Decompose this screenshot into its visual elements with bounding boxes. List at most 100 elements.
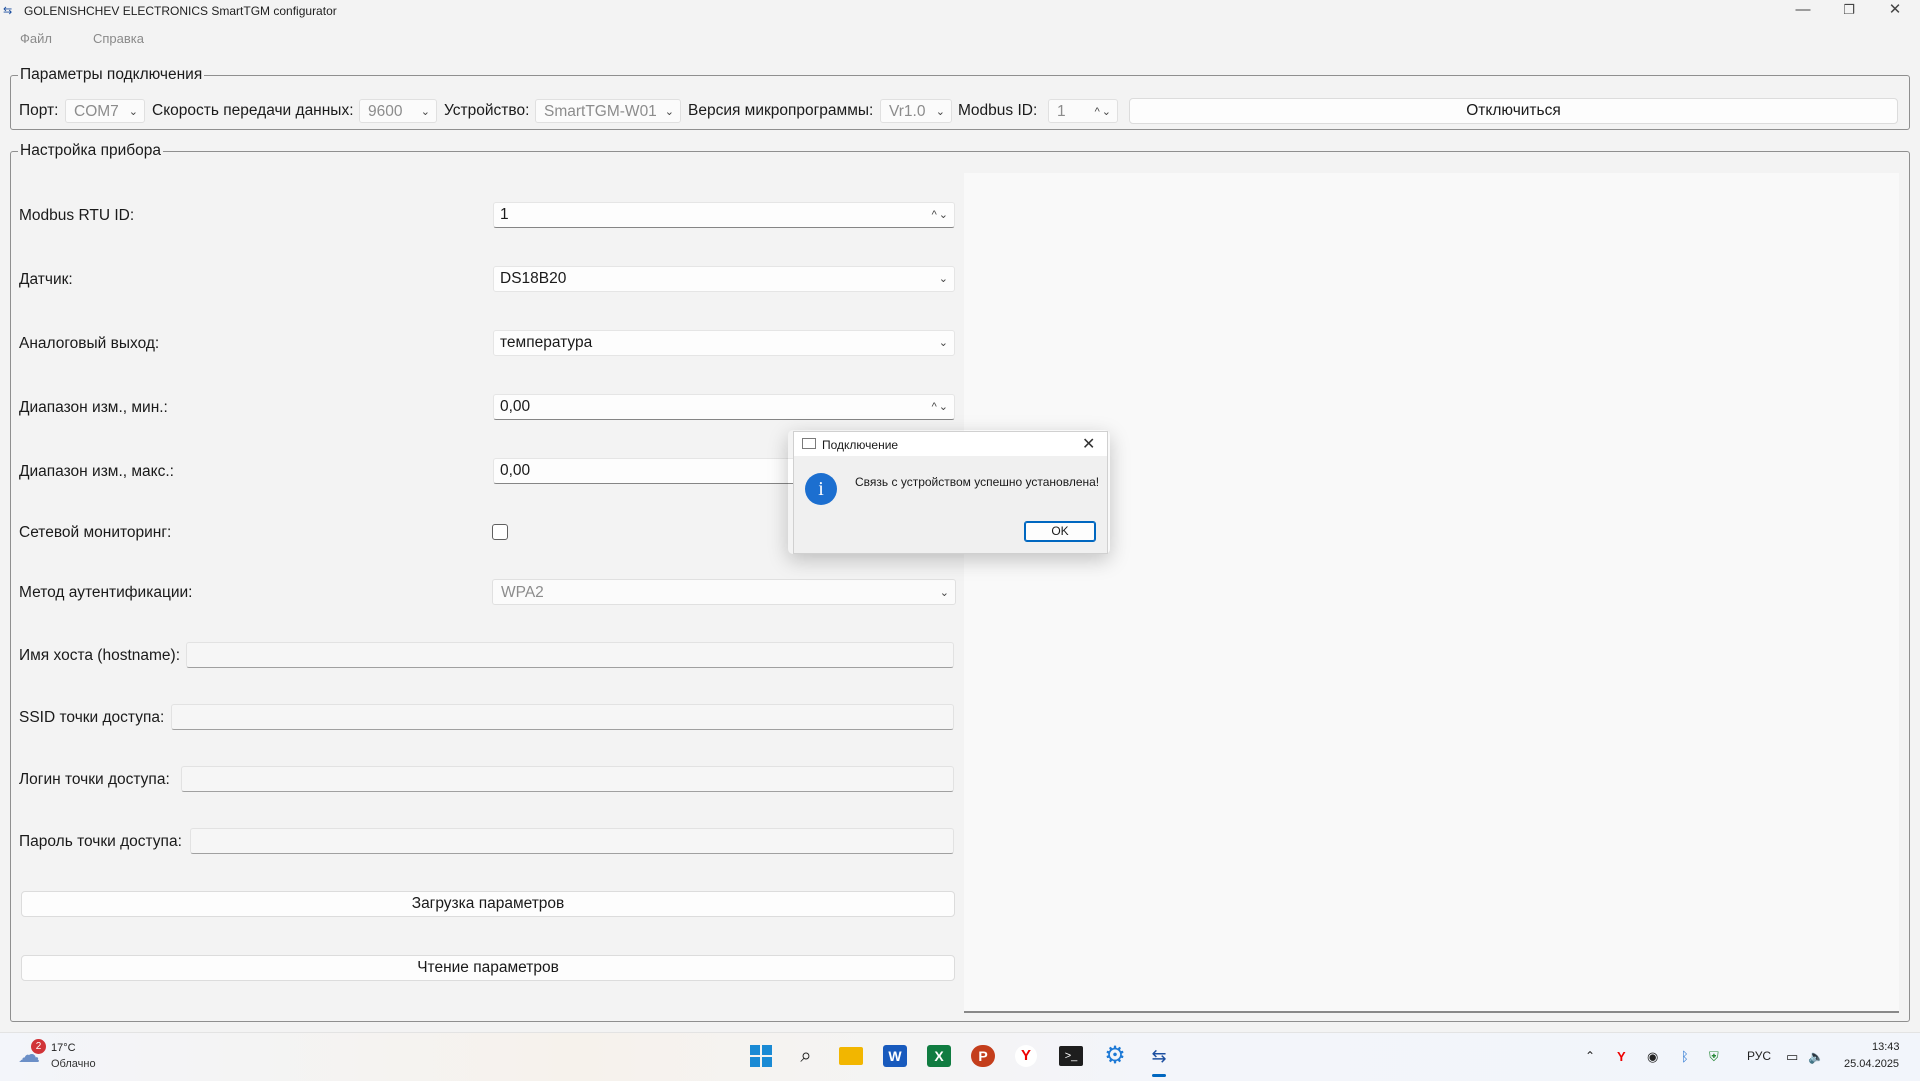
connection-dialog: Подключение ✕ i Связь с устройством успе…	[793, 431, 1108, 554]
app-tray-icon[interactable]: ◉	[1647, 1049, 1658, 1065]
ok-button[interactable]: OK	[1024, 521, 1096, 542]
powerpoint-icon[interactable]: P	[971, 1045, 995, 1067]
spinner-arrows-icon: ^⌄	[1094, 106, 1113, 118]
analog-output-value: температура	[500, 334, 593, 351]
input-language[interactable]: РУС	[1747, 1049, 1771, 1063]
notification-badge: 2	[31, 1039, 46, 1054]
menu-help[interactable]: Справка	[93, 31, 144, 46]
ssid-label: SSID точки доступа:	[19, 709, 165, 726]
net-monitoring-label: Сетевой мониторинг:	[19, 524, 172, 541]
close-icon[interactable]: ✕	[1082, 434, 1095, 454]
modbus-rtu-spinner[interactable]: 1 ^⌄	[493, 202, 955, 228]
start-icon[interactable]	[750, 1045, 772, 1067]
device-settings-group-title: Настройка прибора	[20, 142, 162, 159]
sensor-select[interactable]: DS18B20 ⌄	[493, 266, 955, 292]
dialog-message: Связь с устройством успешно установлена!	[855, 475, 1100, 489]
word-icon[interactable]: W	[883, 1045, 907, 1067]
window-title: GOLENISHCHEV ELECTRONICS SmartTGM config…	[24, 4, 337, 18]
chevron-down-icon: ⌄	[938, 337, 948, 349]
preview-panel	[964, 173, 1899, 1013]
firmware-label: Версия микропрограммы:	[688, 102, 874, 119]
bluetooth-icon[interactable]: ᛒ	[1681, 1049, 1689, 1064]
menu-file[interactable]: Файл	[20, 31, 52, 46]
window-app-icon	[802, 438, 816, 449]
start-tile	[762, 1057, 772, 1067]
weather-description: Облачно	[51, 1058, 96, 1070]
baud-value: 9600	[368, 103, 403, 120]
connection-group-title: Параметры подключения	[20, 66, 203, 83]
network-icon[interactable]: ▭	[1786, 1049, 1798, 1065]
net-monitoring-checkbox[interactable]	[492, 524, 508, 540]
yandex-browser-icon[interactable]: Y	[1015, 1045, 1037, 1067]
info-icon: i	[805, 473, 837, 505]
baud-select[interactable]: 9600 ⌄	[359, 99, 437, 123]
chevron-down-icon: ⌄	[664, 106, 674, 118]
chevron-up-icon[interactable]: ⌃	[1585, 1049, 1595, 1063]
taskbar	[0, 1032, 1920, 1081]
load-params-button[interactable]: Загрузка параметров	[21, 891, 955, 917]
device-select[interactable]: SmartTGM-W01 ⌄	[535, 99, 681, 123]
chevron-down-icon: ⌄	[420, 106, 430, 118]
excel-icon[interactable]: X	[927, 1045, 951, 1067]
clock-time[interactable]: 13:43	[1872, 1041, 1900, 1053]
search-icon[interactable]: ⌕	[794, 1044, 818, 1068]
dialog-title: Подключение	[822, 438, 899, 452]
clock-date[interactable]: 25.04.2025	[1844, 1058, 1899, 1070]
device-label: Устройство:	[444, 102, 530, 119]
start-tile	[750, 1045, 760, 1055]
password-label: Пароль точки доступа:	[19, 833, 182, 850]
port-select[interactable]: COM7 ⌄	[65, 99, 145, 123]
analog-output-select[interactable]: температура ⌄	[493, 330, 955, 356]
spinner-arrows-icon: ^⌄	[931, 209, 950, 221]
range-max-value: 0,00	[500, 462, 531, 479]
yandex-tray-icon[interactable]: Y	[1617, 1049, 1626, 1064]
modbus-id-spinner[interactable]: 1 ^⌄	[1048, 99, 1118, 123]
analog-output-label: Аналоговый выход:	[19, 335, 160, 352]
hostname-input[interactable]	[186, 642, 954, 668]
baud-label: Скорость передачи данных:	[152, 102, 354, 119]
modbus-id-label: Modbus ID:	[958, 102, 1038, 119]
minimize-button[interactable]: —	[1780, 0, 1826, 22]
auth-method-value: WPA2	[501, 584, 544, 601]
maximize-button[interactable]: ❐	[1826, 0, 1872, 22]
auth-method-label: Метод аутентификации:	[19, 584, 193, 601]
firmware-value: Vr1.0	[889, 103, 926, 120]
range-min-spinner[interactable]: 0,00 ^⌄	[493, 394, 955, 420]
chevron-down-icon: ⌄	[128, 106, 138, 118]
spinner-arrows-icon: ^⌄	[931, 401, 950, 413]
auth-method-select[interactable]: WPA2 ⌄	[492, 579, 956, 605]
app-logo-icon: ⇆	[3, 5, 13, 17]
smarttgm-app-icon[interactable]: ⇆	[1147, 1044, 1171, 1068]
port-value: COM7	[74, 103, 119, 120]
modbus-id-value: 1	[1057, 103, 1066, 120]
ssid-input[interactable]	[171, 704, 954, 730]
active-app-indicator	[1152, 1074, 1166, 1077]
firmware-select[interactable]: Vr1.0 ⌄	[880, 99, 952, 123]
close-button[interactable]: ✕	[1872, 0, 1918, 22]
login-input[interactable]	[181, 766, 954, 792]
chevron-down-icon: ⌄	[935, 106, 945, 118]
range-min-label: Диапазон изм., мин.:	[19, 399, 168, 416]
login-label: Логин точки доступа:	[19, 771, 170, 788]
file-explorer-icon[interactable]	[839, 1047, 863, 1065]
hostname-label: Имя хоста (hostname):	[19, 647, 180, 664]
port-label: Порт:	[19, 102, 59, 119]
terminal-icon[interactable]: >_	[1059, 1046, 1083, 1066]
modbus-rtu-label: Modbus RTU ID:	[19, 207, 135, 224]
security-shield-icon[interactable]: ⛨	[1709, 1049, 1719, 1065]
range-min-value: 0,00	[500, 398, 531, 415]
weather-temperature: 17°C	[51, 1042, 76, 1054]
chevron-down-icon: ⌄	[939, 587, 949, 599]
settings-gear-icon[interactable]: ⚙	[1103, 1044, 1127, 1068]
start-tile	[750, 1057, 760, 1067]
disconnect-button[interactable]: Отключиться	[1129, 98, 1898, 124]
password-input[interactable]	[190, 828, 954, 854]
chevron-down-icon: ⌄	[938, 273, 948, 285]
volume-icon[interactable]: 🔈	[1808, 1049, 1824, 1065]
sensor-value: DS18B20	[500, 270, 567, 287]
range-max-label: Диапазон изм., макс.:	[19, 463, 174, 480]
modbus-rtu-value: 1	[500, 206, 509, 223]
read-params-button[interactable]: Чтение параметров	[21, 955, 955, 981]
start-tile	[762, 1045, 772, 1055]
device-value: SmartTGM-W01	[544, 103, 657, 120]
